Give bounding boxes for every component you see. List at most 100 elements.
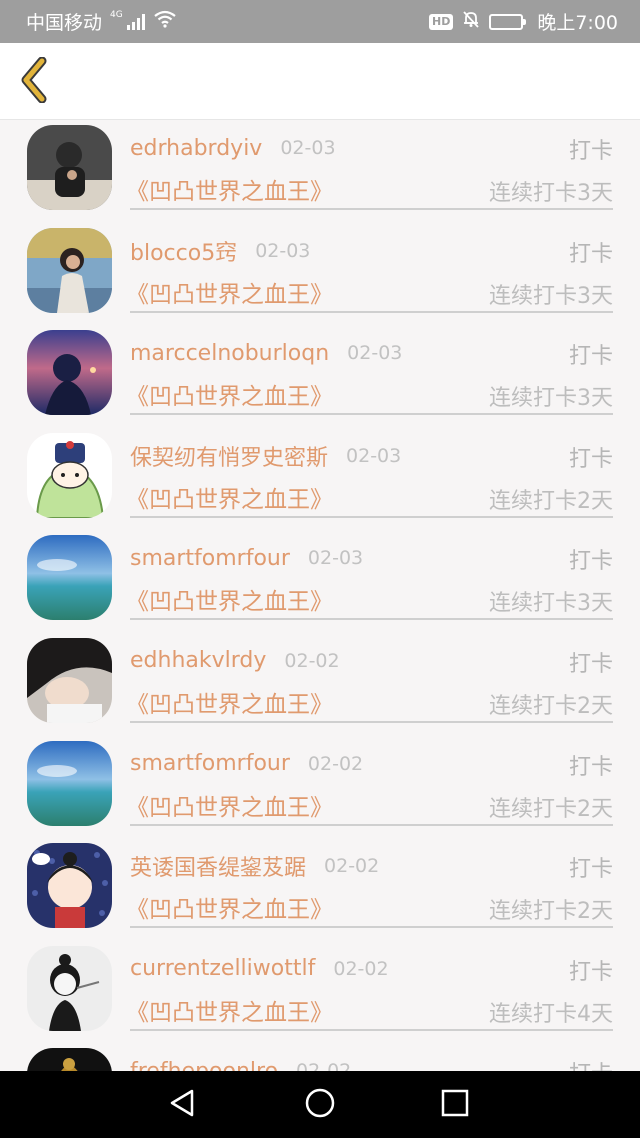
clock-label: 晚上7:00 bbox=[537, 12, 618, 34]
item-body: smartfomrfour 02-03 打卡 《凹凸世界之血王》 连续打卡3天 bbox=[126, 531, 613, 621]
book-title[interactable]: 《凹凸世界之血王》 bbox=[126, 377, 333, 411]
home-circle-icon bbox=[304, 1087, 336, 1123]
wifi-icon bbox=[153, 10, 177, 33]
network-type: 4G bbox=[110, 9, 123, 20]
streak-label: 连续打卡2天 bbox=[489, 796, 613, 822]
username[interactable]: 保契纫有悄罗史密斯 bbox=[130, 440, 328, 472]
back-button[interactable] bbox=[14, 56, 54, 107]
avatar[interactable] bbox=[27, 535, 112, 621]
streak-label: 连续打卡4天 bbox=[489, 1001, 613, 1027]
checkin-label: 打卡 bbox=[568, 959, 613, 985]
book-title[interactable]: 《凹凸世界之血王》 bbox=[126, 480, 333, 514]
checkin-label: 打卡 bbox=[568, 754, 613, 780]
username[interactable]: 英诿国香缇鋆芨踞 bbox=[130, 850, 306, 882]
carrier-label: 中国移动 bbox=[26, 12, 103, 34]
avatar[interactable] bbox=[27, 227, 112, 313]
item-body: edrhabrdyiv 02-03 打卡 《凹凸世界之血王》 连续打卡3天 bbox=[126, 121, 613, 210]
streak-label: 连续打卡3天 bbox=[489, 386, 613, 412]
nav-back-button[interactable] bbox=[164, 1087, 200, 1123]
item-body: frefhepoonlro 02-02 打卡 bbox=[130, 1044, 613, 1071]
item-date: 02-03 bbox=[346, 444, 402, 467]
streak-label: 连续打卡2天 bbox=[489, 488, 613, 514]
book-title[interactable]: 《凹凸世界之血王》 bbox=[126, 890, 333, 924]
avatar[interactable] bbox=[27, 945, 112, 1031]
checkin-list: edrhabrdyiv 02-03 打卡 《凹凸世界之血王》 连续打卡3天 bl… bbox=[0, 121, 640, 1071]
avatar[interactable] bbox=[27, 740, 112, 826]
username[interactable]: blocco5窍 bbox=[130, 235, 237, 267]
checkin-label: 打卡 bbox=[569, 1056, 613, 1071]
status-left: 中国移动 4G bbox=[26, 8, 177, 35]
item-date: 02-03 bbox=[280, 137, 336, 159]
checkin-label: 打卡 bbox=[568, 139, 613, 164]
item-date: 02-02 bbox=[324, 855, 380, 878]
list-item[interactable]: edrhabrdyiv 02-03 打卡 《凹凸世界之血王》 连续打卡3天 bbox=[0, 121, 640, 224]
item-body: marccelnoburloqn 02-03 打卡 《凹凸世界之血王》 连续打卡… bbox=[126, 326, 613, 416]
system-nav-bar bbox=[0, 1071, 640, 1138]
username[interactable]: edhhakvlrdy bbox=[130, 648, 266, 673]
streak-label: 连续打卡3天 bbox=[489, 591, 613, 617]
app-header bbox=[0, 43, 640, 120]
item-body: 保契纫有悄罗史密斯 02-03 打卡 《凹凸世界之血王》 连续打卡2天 bbox=[126, 429, 613, 518]
checkin-label: 打卡 bbox=[568, 241, 613, 267]
hd-badge: HD bbox=[428, 13, 454, 30]
avatar[interactable] bbox=[27, 1048, 112, 1071]
book-title[interactable]: 《凹凸世界之血王》 bbox=[126, 582, 333, 616]
item-date: 02-03 bbox=[255, 239, 311, 262]
streak-label: 连续打卡3天 bbox=[489, 181, 613, 206]
streak-label: 连续打卡2天 bbox=[489, 693, 613, 719]
list-item[interactable]: edhhakvlrdy 02-02 打卡 《凹凸世界之血王》 连续打卡2天 bbox=[0, 634, 640, 737]
item-date: 02-02 bbox=[284, 649, 340, 672]
checkin-label: 打卡 bbox=[568, 857, 613, 883]
username[interactable]: marccelnoburloqn bbox=[130, 341, 329, 366]
book-title[interactable]: 《凹凸世界之血王》 bbox=[126, 993, 333, 1027]
avatar[interactable] bbox=[27, 330, 112, 416]
list-item[interactable]: currentzelliwottlf 02-02 打卡 《凹凸世界之血王》 连续… bbox=[0, 942, 640, 1045]
list-item[interactable]: 英诿国香缇鋆芨踞 02-02 打卡 《凹凸世界之血王》 连续打卡2天 bbox=[0, 839, 640, 942]
item-body: currentzelliwottlf 02-02 打卡 《凹凸世界之血王》 连续… bbox=[126, 942, 613, 1031]
avatar[interactable] bbox=[27, 125, 112, 210]
recents-square-icon bbox=[440, 1088, 470, 1122]
username[interactable]: frefhepoonlro bbox=[130, 1059, 278, 1071]
avatar[interactable] bbox=[27, 432, 112, 518]
book-title[interactable]: 《凹凸世界之血王》 bbox=[126, 275, 333, 309]
list-item[interactable]: smartfomrfour 02-03 打卡 《凹凸世界之血王》 连续打卡3天 bbox=[0, 531, 640, 634]
checkin-label: 打卡 bbox=[568, 344, 613, 370]
item-date: 02-03 bbox=[307, 547, 364, 570]
battery-icon bbox=[489, 13, 527, 30]
list-item[interactable]: 保契纫有悄罗史密斯 02-03 打卡 《凹凸世界之血王》 连续打卡2天 bbox=[0, 429, 640, 532]
item-date: 02-02 bbox=[333, 957, 389, 980]
item-date: 02-02 bbox=[307, 752, 364, 775]
username[interactable]: currentzelliwottlf bbox=[130, 956, 315, 981]
item-body: smartfomrfour 02-02 打卡 《凹凸世界之血王》 连续打卡2天 bbox=[126, 737, 613, 826]
avatar[interactable] bbox=[27, 843, 112, 929]
item-body: blocco5窍 02-03 打卡 《凹凸世界之血王》 连续打卡3天 bbox=[126, 224, 613, 313]
back-triangle-icon bbox=[168, 1088, 196, 1122]
bell-muted-icon bbox=[461, 9, 481, 34]
status-bar: 中国移动 4G HD 晚上7:00 bbox=[0, 0, 640, 43]
item-date: 02-02 bbox=[296, 1060, 351, 1071]
checkin-label: 打卡 bbox=[568, 549, 613, 575]
streak-label: 连续打卡3天 bbox=[489, 283, 613, 309]
list-item[interactable]: smartfomrfour 02-02 打卡 《凹凸世界之血王》 连续打卡2天 bbox=[0, 737, 640, 840]
avatar[interactable] bbox=[27, 637, 112, 723]
book-title[interactable]: 《凹凸世界之血王》 bbox=[126, 685, 333, 719]
book-title[interactable]: 《凹凸世界之血王》 bbox=[126, 172, 333, 206]
list-item[interactable]: blocco5窍 02-03 打卡 《凹凸世界之血王》 连续打卡3天 bbox=[0, 224, 640, 327]
item-body: edhhakvlrdy 02-02 打卡 《凹凸世界之血王》 连续打卡2天 bbox=[126, 634, 613, 723]
streak-label: 连续打卡2天 bbox=[489, 899, 613, 925]
nav-recents-button[interactable] bbox=[437, 1087, 473, 1123]
username[interactable]: smartfomrfour bbox=[130, 751, 290, 776]
status-right: HD 晚上7:00 bbox=[428, 8, 618, 35]
checkin-label: 打卡 bbox=[568, 651, 613, 677]
checkin-label: 打卡 bbox=[568, 446, 613, 472]
list-item[interactable]: marccelnoburloqn 02-03 打卡 《凹凸世界之血王》 连续打卡… bbox=[0, 326, 640, 429]
list-item[interactable]: frefhepoonlro 02-02 打卡 bbox=[0, 1044, 640, 1071]
username[interactable]: smartfomrfour bbox=[130, 546, 290, 571]
item-date: 02-03 bbox=[347, 342, 403, 365]
item-body: 英诿国香缇鋆芨踞 02-02 打卡 《凹凸世界之血王》 连续打卡2天 bbox=[126, 839, 613, 929]
signal-icon bbox=[126, 13, 145, 30]
username[interactable]: edrhabrdyiv bbox=[130, 136, 262, 161]
chevron-left-icon bbox=[18, 56, 50, 107]
nav-home-button[interactable] bbox=[302, 1087, 338, 1123]
book-title[interactable]: 《凹凸世界之血王》 bbox=[126, 788, 333, 822]
